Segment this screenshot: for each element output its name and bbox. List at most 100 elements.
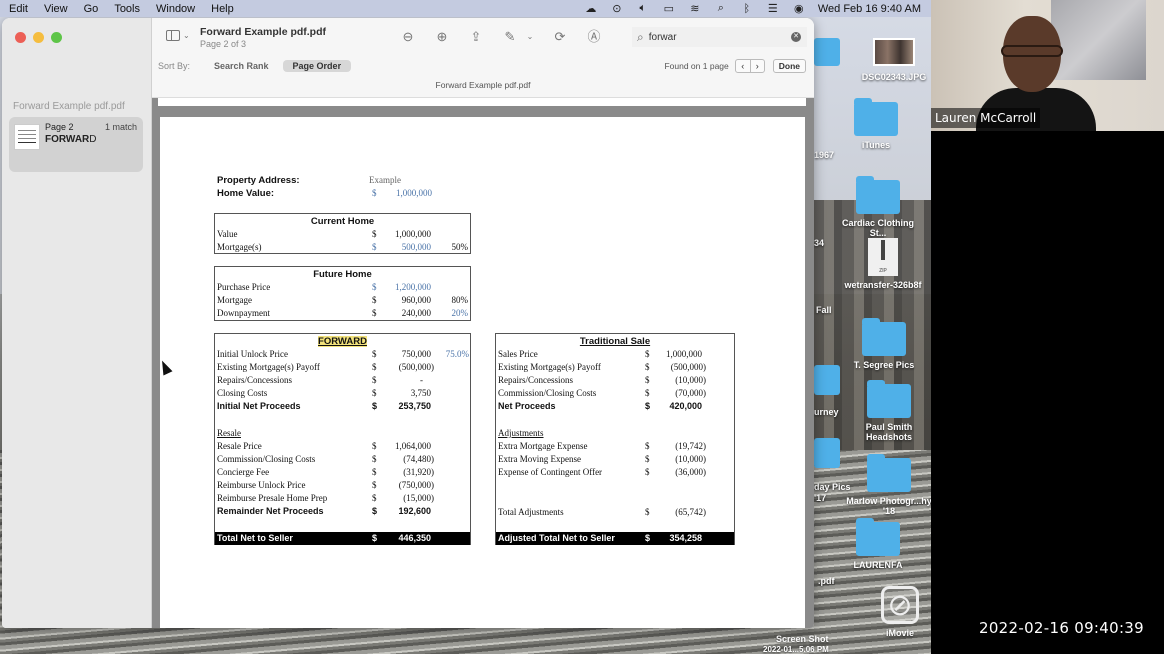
table-row: Mortgage(s) $ 500,000 50% — [215, 241, 470, 254]
row-amount: 253,750 — [398, 401, 431, 411]
share-icon[interactable]: ⇪ — [465, 28, 487, 46]
volume-icon[interactable]: 🔈︎ — [636, 2, 650, 15]
row-label: Adjusted Total Net to Seller — [498, 533, 615, 543]
minimize-button[interactable] — [33, 32, 44, 43]
background-artwork — [1051, 0, 1146, 80]
window-controls — [15, 32, 62, 43]
row-label: Expense of Contingent Offer — [498, 467, 603, 477]
search-field[interactable]: ⌕ forwar ✕ — [632, 27, 807, 47]
done-button[interactable]: Done — [772, 59, 806, 73]
menu-help[interactable]: Help — [203, 3, 242, 15]
participant-name: Lauren McCarroll — [931, 108, 1041, 128]
adjustments-heading-row: Adjustments — [496, 427, 734, 440]
row-currency: $ — [372, 506, 378, 516]
desktop-icon-folder[interactable]: T. Segree Pics — [842, 318, 926, 370]
markup-toolbar-icon[interactable]: Ⓐ — [583, 28, 605, 46]
table-row: Extra Mortgage Expense $ (19,742) — [496, 440, 734, 453]
search-icon[interactable]: ⌕ — [714, 2, 728, 15]
desktop-icon-folder[interactable]: Cardiac Clothing St... — [836, 176, 920, 238]
table-row: Repairs/Concessions $ (10,000) — [496, 374, 734, 387]
desktop-icon-app[interactable]: iMovie — [858, 586, 931, 638]
control-center-icon[interactable]: ☰ — [766, 2, 780, 15]
table-row: Reimburse Unlock Price $ (750,000) — [215, 479, 470, 492]
desktop-icon-label: DSC02343.JPG — [861, 72, 927, 82]
row-currency: $ — [645, 533, 651, 543]
result-navigation: ‹ › — [734, 59, 765, 73]
close-button[interactable] — [15, 32, 26, 43]
siri-icon[interactable]: ◉ — [792, 2, 806, 15]
row-percent: 80% — [451, 295, 469, 305]
bluetooth-icon[interactable]: ᛒ — [740, 3, 754, 15]
partial-folder-icon[interactable] — [814, 438, 840, 468]
rotate-icon[interactable]: ⟳ — [549, 28, 571, 46]
wifi-icon[interactable]: ≋ — [688, 2, 702, 15]
sidebar-toggle-button[interactable]: ⌄ — [166, 30, 190, 41]
row-amount: 750,000 — [401, 349, 431, 359]
menu-view[interactable]: View — [36, 3, 76, 15]
row-currency: $ — [645, 441, 650, 451]
menu-go[interactable]: Go — [76, 3, 107, 15]
table-row: Resale Price $ 1,064,000 — [215, 440, 470, 453]
desktop-label-partial: .pdf — [818, 576, 835, 586]
desktop-icon-folder[interactable]: iTunes — [834, 98, 918, 150]
search-results-sidebar: Forward Example pdf.pdf Page 2 1 match F… — [2, 18, 152, 628]
desktop-label-partial: 34 — [814, 238, 825, 248]
row-amount: 960,000 — [401, 295, 431, 305]
chevron-down-icon[interactable]: ⌄ — [525, 28, 535, 46]
row-currency: $ — [372, 441, 377, 451]
partial-folder-icon[interactable] — [814, 365, 840, 395]
found-status: Found on 1 page — [664, 61, 729, 71]
search-highlight: FORWARD — [318, 336, 367, 347]
desktop-icon-label: iMovie — [885, 628, 914, 638]
participant-glasses — [1001, 45, 1063, 57]
property-address-value: Example — [369, 175, 401, 185]
desktop-label-partial: '17 — [814, 493, 827, 503]
sort-by-label: Sort By: — [158, 61, 191, 71]
row-currency: $ — [372, 401, 378, 411]
next-result-button[interactable]: › — [749, 60, 764, 72]
partial-folder-icon[interactable] — [814, 38, 840, 66]
desktop-icon-folder[interactable]: Marlow Photogr...hy '18 — [846, 454, 931, 516]
desktop-icon-folder[interactable]: Paul Smith Headshots — [846, 380, 931, 442]
toolbar: ⌄ Forward Example pdf.pdf Page 2 of 3 ⊖ … — [152, 18, 814, 98]
desktop-label-partial: Fall — [816, 305, 832, 315]
menubar-clock[interactable]: Wed Feb 16 9:40 AM — [818, 3, 921, 15]
cloud-icon[interactable]: ☁ — [584, 2, 598, 15]
sidebar-document-title: Forward Example pdf.pdf — [13, 101, 125, 112]
search-icon: ⌕ — [637, 29, 644, 44]
table-row: Mortgage $ 960,000 80% — [215, 294, 470, 307]
menu-window[interactable]: Window — [148, 3, 203, 15]
zoom-in-icon[interactable]: ⊕ — [431, 28, 453, 46]
menu-bar: Edit View Go Tools Window Help ☁ ⊙ 🔈︎ ▭ … — [0, 0, 931, 17]
row-label: Purchase Price — [217, 282, 271, 292]
total-net-to-seller-row: Total Net to Seller $ 446,350 — [215, 532, 470, 545]
previous-result-button[interactable]: ‹ — [736, 60, 750, 72]
play-icon[interactable]: ⊙ — [610, 2, 624, 15]
initial-net-proceeds-row: Initial Net Proceeds $ 253,750 — [215, 400, 470, 413]
desktop-icon-label: iTunes — [861, 140, 891, 150]
battery-icon[interactable]: ▭ — [662, 2, 676, 15]
zoom-button[interactable] — [51, 32, 62, 43]
menu-tools[interactable]: Tools — [106, 3, 148, 15]
desktop-icon-zip[interactable]: wetransfer-326b8f — [841, 238, 925, 290]
resale-heading: Resale — [217, 428, 241, 438]
sort-search-rank-button[interactable]: Search Rank — [204, 60, 279, 72]
row-label: Closing Costs — [217, 388, 268, 398]
table-row: Reimburse Presale Home Prep $ (15,000) — [215, 492, 470, 505]
menu-edit[interactable]: Edit — [0, 3, 36, 15]
search-input[interactable]: forwar — [649, 32, 677, 43]
participant-video[interactable]: Lauren McCarroll — [931, 0, 1164, 131]
markup-pen-icon[interactable]: ✎ — [499, 28, 521, 46]
table-row: Commission/Closing Costs $ (74,480) — [215, 453, 470, 466]
row-label: Existing Mortgage(s) Payoff — [217, 362, 320, 372]
clear-search-icon[interactable]: ✕ — [791, 32, 801, 42]
sort-page-order-button[interactable]: Page Order — [282, 60, 352, 72]
adjustments-heading: Adjustments — [498, 428, 544, 438]
pdf-viewer[interactable]: Property Address: Example Home Value: $ … — [152, 98, 814, 628]
desktop-icon-folder[interactable]: LAURENFA — [836, 518, 920, 570]
search-result-item[interactable]: Page 2 1 match FORWARD — [9, 117, 143, 172]
row-currency: $ — [645, 507, 650, 517]
zoom-out-icon[interactable]: ⊖ — [397, 28, 419, 46]
table-row: Purchase Price $ 1,200,000 — [215, 281, 470, 294]
desktop-icon-photo[interactable]: DSC02343.JPG — [852, 38, 931, 82]
